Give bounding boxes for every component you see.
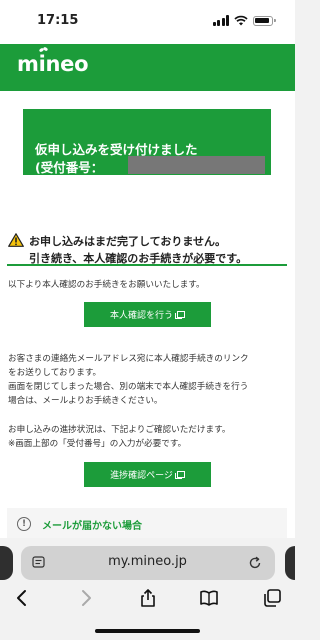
bookmarks-icon[interactable] bbox=[199, 588, 219, 608]
identity-button-label: 本人確認を行う bbox=[109, 311, 173, 321]
back-icon[interactable] bbox=[12, 588, 32, 608]
home-indicator bbox=[95, 629, 200, 633]
logo-leaf-icon bbox=[39, 47, 48, 52]
progress-button-label: 進捗確認ページ bbox=[110, 471, 173, 481]
progress-notice-line: お申し込みの進捗状況は、下記よりご確認いただけます。 bbox=[8, 425, 231, 435]
email-notice-line: 画面を閉じてしまった場合、別の端末で本人確認手続きを行う bbox=[8, 382, 249, 392]
email-notice-line: をお送りしております。 bbox=[8, 368, 102, 378]
external-window-icon bbox=[175, 311, 185, 319]
mail-not-received-label[interactable]: メールが届かない場合 bbox=[42, 517, 142, 532]
tabs-icon[interactable] bbox=[262, 588, 282, 608]
email-notice-line: お客さまの連絡先メールアドレス宛に本人確認手続きのリンク bbox=[8, 354, 249, 364]
wifi-icon bbox=[234, 15, 248, 26]
mineo-logo[interactable]: mineo bbox=[17, 52, 89, 76]
cellular-signal-icon bbox=[212, 15, 229, 26]
forward-icon[interactable] bbox=[76, 588, 96, 608]
status-time: 17:15 bbox=[37, 13, 79, 28]
email-notice-line: 場合は、メールよりお手続きください。 bbox=[8, 396, 163, 406]
identity-verification-button[interactable]: 本人確認を行う bbox=[84, 302, 211, 327]
exclamation-circle-icon: ! bbox=[17, 517, 31, 531]
progress-check-button[interactable]: 進捗確認ページ bbox=[84, 462, 211, 487]
redacted-reception-number bbox=[128, 156, 265, 174]
reception-number-label: (受付番号： bbox=[35, 160, 104, 175]
warning-icon bbox=[8, 233, 24, 247]
external-window-icon bbox=[174, 471, 185, 479]
warning-line-1: お申し込みはまだ完了しておりません。 bbox=[29, 235, 227, 248]
status-icons bbox=[212, 15, 276, 26]
share-icon[interactable] bbox=[138, 588, 158, 608]
intro-text: 以下より本人確認のお手続きをお願いいたします。 bbox=[8, 280, 205, 290]
reload-icon[interactable] bbox=[248, 556, 262, 570]
progress-notice-line: ※画面上部の「受付番号」の入力が必要です。 bbox=[8, 439, 187, 449]
warning-line-2: 引き続き、本人確認のお手続きが必要です。 bbox=[29, 252, 248, 265]
battery-icon bbox=[253, 15, 276, 26]
